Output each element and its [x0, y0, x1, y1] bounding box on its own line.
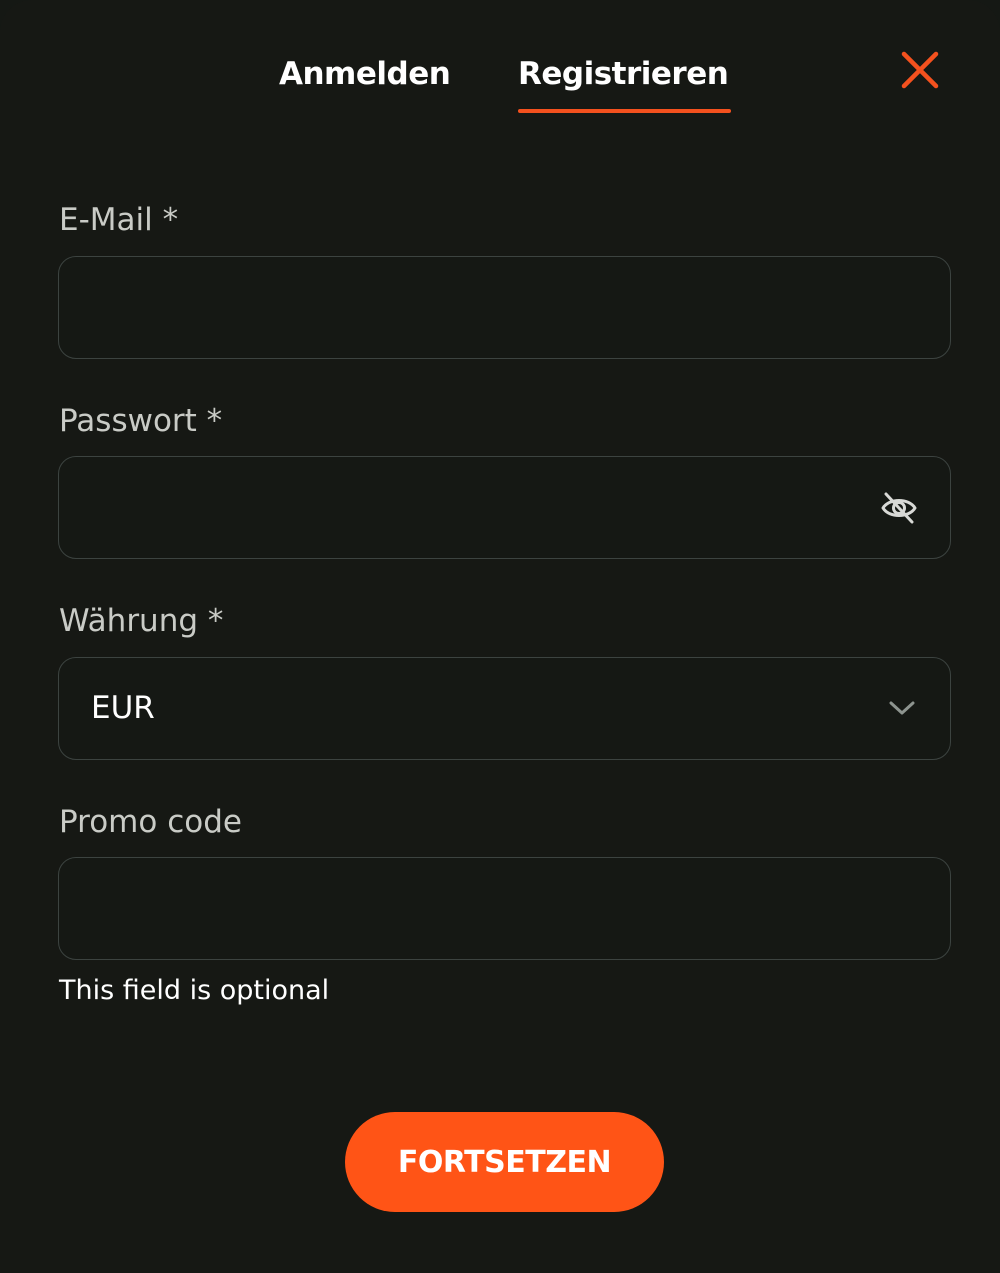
- chevron-down-icon: [889, 701, 915, 715]
- promo-helper-text: This field is optional: [59, 975, 330, 1006]
- tab-register[interactable]: Registrieren: [518, 56, 729, 92]
- promo-label: Promo code: [59, 804, 242, 840]
- currency-label: Währung *: [59, 603, 224, 639]
- promo-field[interactable]: [89, 858, 869, 959]
- email-field-box: [58, 256, 951, 359]
- email-label: E-Mail *: [59, 202, 179, 238]
- promo-field-box: [58, 857, 951, 960]
- currency-select[interactable]: EUR: [58, 657, 951, 760]
- password-field[interactable]: [89, 457, 869, 558]
- continue-button[interactable]: FORTSETZEN: [345, 1112, 664, 1212]
- close-icon: [901, 51, 939, 89]
- close-button[interactable]: [896, 46, 944, 94]
- auth-tabs: Anmelden Registrieren: [0, 0, 1000, 130]
- password-label: Passwort *: [59, 403, 223, 439]
- password-field-box: [58, 456, 951, 559]
- email-field[interactable]: [89, 257, 869, 358]
- registration-modal: Anmelden Registrieren E-Mail * Passwort …: [0, 0, 1000, 1273]
- active-tab-indicator: [518, 109, 731, 113]
- currency-selected-value: EUR: [91, 690, 155, 726]
- tab-login[interactable]: Anmelden: [279, 56, 451, 92]
- eye-slash-icon[interactable]: [879, 488, 919, 528]
